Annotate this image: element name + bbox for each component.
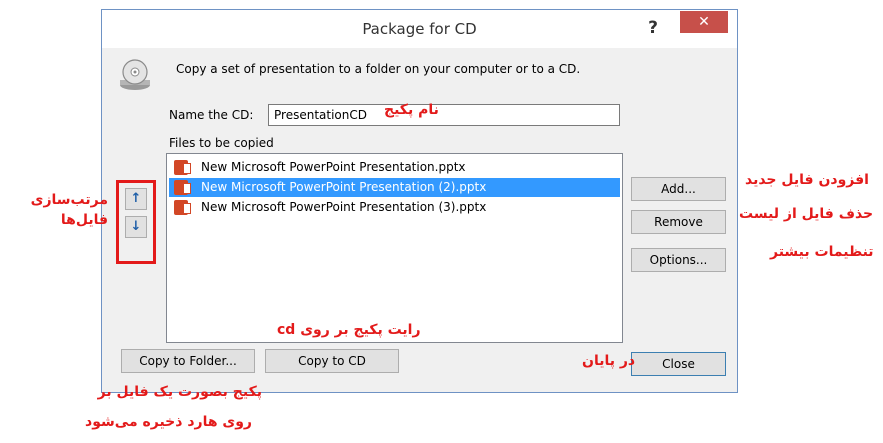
cd-drive-icon [120, 59, 150, 90]
file-list-item[interactable]: New Microsoft PowerPoint Presentation.pp… [169, 158, 620, 177]
dialog-description: Copy a set of presentation to a folder o… [176, 62, 581, 76]
annotation-add-file: افزودن فایل جدید [745, 172, 869, 188]
annotation-sort-line1: مرتب‌سازی [30, 192, 108, 208]
file-name: New Microsoft PowerPoint Presentation (2… [201, 180, 487, 194]
close-window-button[interactable]: ✕ [680, 11, 728, 33]
help-button[interactable]: ? [641, 16, 665, 40]
name-the-cd-label: Name the CD: [169, 108, 254, 122]
file-name: New Microsoft PowerPoint Presentation (3… [201, 200, 487, 214]
options-button[interactable]: Options... [631, 248, 726, 272]
copy-to-folder-button[interactable]: Copy to Folder... [121, 349, 255, 373]
file-list[interactable]: New Microsoft PowerPoint Presentation.pp… [166, 153, 623, 343]
file-name: New Microsoft PowerPoint Presentation.pp… [201, 160, 466, 174]
copy-to-cd-button[interactable]: Copy to CD [265, 349, 399, 373]
annotation-finally: در پایان [582, 353, 636, 369]
files-to-be-copied-label: Files to be copied [169, 136, 274, 150]
annotation-sort-line2: فایل‌ها [60, 212, 108, 228]
close-button[interactable]: Close [631, 352, 726, 376]
remove-button[interactable]: Remove [631, 210, 726, 234]
add-button[interactable]: Add... [631, 177, 726, 201]
annotation-remove-file: حذف فایل از لیست [739, 206, 874, 222]
annotation-save-line2: روی هارد ذخیره می‌شود [85, 414, 252, 430]
annotation-save-line1: پکیج بصورت یک فایل بر [97, 384, 262, 400]
powerpoint-file-icon [174, 160, 191, 175]
powerpoint-file-icon [174, 180, 191, 195]
file-list-item[interactable]: New Microsoft PowerPoint Presentation (3… [169, 198, 620, 217]
sort-buttons-highlight [116, 180, 156, 264]
annotation-package-name: نام پکیج [384, 102, 439, 118]
file-list-item-selected[interactable]: New Microsoft PowerPoint Presentation (2… [169, 178, 620, 197]
powerpoint-file-icon [174, 200, 191, 215]
title-bar: Package for CD ? ✕ [102, 10, 737, 48]
annotation-write-cd: رایت پکیج بر روی cd [277, 322, 421, 338]
cd-name-input[interactable]: PresentationCD [268, 104, 620, 126]
annotation-more-settings: تنظیمات بیشتر [770, 244, 874, 260]
